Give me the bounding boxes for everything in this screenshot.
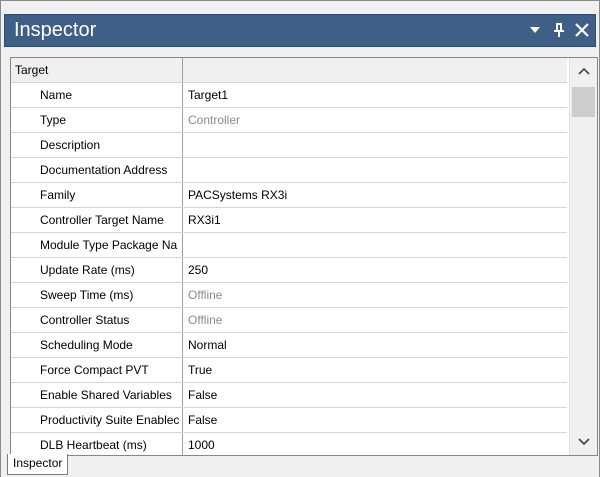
window-title: Inspector [14, 19, 97, 41]
property-value[interactable] [183, 133, 567, 157]
property-row[interactable]: Force Compact PVT True [11, 358, 567, 383]
property-value[interactable] [183, 233, 567, 257]
property-rows: Target Name Target1 Type Controller Descript… [11, 58, 567, 455]
property-name: Productivity Suite Enablec [11, 408, 183, 432]
property-row[interactable]: Controller Status Offline [11, 308, 567, 333]
property-row[interactable]: Controller Target Name RX3i1 [11, 208, 567, 233]
property-row[interactable]: Update Rate (ms) 250 [11, 258, 567, 283]
property-name: Type [11, 108, 183, 132]
property-name: Description [11, 133, 183, 157]
close-icon[interactable] [571, 17, 593, 43]
property-name: Controller Target Name [11, 208, 183, 232]
property-row[interactable]: Type Controller [11, 108, 567, 133]
property-name: Family [11, 183, 183, 207]
property-row[interactable]: Description [11, 133, 567, 158]
tab-strip: Inspector [1, 454, 599, 477]
property-name: DLB Heartbeat (ms) [11, 433, 183, 455]
property-row[interactable]: Documentation Address [11, 158, 567, 183]
property-row[interactable]: Scheduling Mode Normal [11, 333, 567, 358]
tab-inspector[interactable]: Inspector [7, 454, 69, 475]
property-row[interactable]: Module Type Package Na [11, 233, 567, 258]
property-value[interactable]: PACSystems RX3i [183, 183, 567, 207]
property-row[interactable]: Family PACSystems RX3i [11, 183, 567, 208]
inspector-window: Inspector Target Name Target1 Type Controll… [0, 0, 600, 477]
property-value[interactable]: RX3i1 [183, 208, 567, 232]
property-grid: Target Name Target1 Type Controller Descript… [10, 57, 598, 456]
property-name: Update Rate (ms) [11, 258, 183, 282]
property-row[interactable]: DLB Heartbeat (ms) 1000 [11, 433, 567, 455]
property-name: Scheduling Mode [11, 333, 183, 357]
category-row-target[interactable]: Target [11, 58, 567, 83]
category-label: Target [11, 58, 183, 82]
property-row[interactable]: Name Target1 [11, 83, 567, 108]
property-value[interactable]: False [183, 408, 567, 432]
property-row[interactable]: Productivity Suite Enablec False [11, 408, 567, 433]
property-name: Documentation Address [11, 158, 183, 182]
property-name: Enable Shared Variables [11, 383, 183, 407]
property-value[interactable]: 1000 [183, 433, 567, 455]
property-name: Controller Status [11, 308, 183, 332]
inspector-titlebar[interactable]: Inspector [4, 14, 596, 47]
property-value[interactable]: False [183, 383, 567, 407]
property-name: Sweep Time (ms) [11, 283, 183, 307]
category-value [182, 58, 566, 82]
property-value[interactable]: Controller [183, 108, 567, 132]
property-row[interactable]: Sweep Time (ms) Offline [11, 283, 567, 308]
property-name: Name [11, 83, 183, 107]
vertical-scrollbar[interactable] [569, 58, 597, 455]
chevron-up-icon[interactable] [570, 58, 597, 84]
property-value[interactable]: Normal [183, 333, 567, 357]
property-value[interactable]: Offline [183, 283, 567, 307]
property-value[interactable] [183, 158, 567, 182]
property-value[interactable]: True [183, 358, 567, 382]
property-name: Force Compact PVT [11, 358, 183, 382]
property-value[interactable]: 250 [183, 258, 567, 282]
property-value[interactable]: Offline [183, 308, 567, 332]
property-name: Module Type Package Na [11, 233, 183, 257]
dropdown-arrow-icon[interactable] [524, 17, 546, 43]
chevron-down-icon[interactable] [570, 429, 597, 455]
pin-icon[interactable] [548, 17, 570, 43]
property-row[interactable]: Enable Shared Variables False [11, 383, 567, 408]
property-value[interactable]: Target1 [183, 83, 567, 107]
scrollbar-thumb[interactable] [572, 87, 595, 117]
